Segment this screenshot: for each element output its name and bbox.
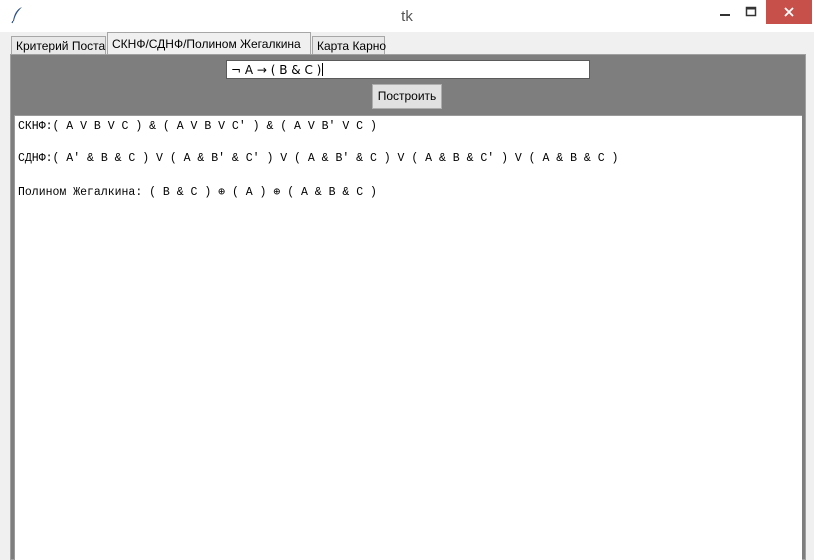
tab-cnf-dnf-zhegalkin[interactable]: СКНФ/СДНФ/Полином Жегалкина <box>107 32 311 55</box>
formula-value: ¬ A → ( B & C ) <box>231 63 322 77</box>
output-textarea[interactable]: СКНФ:( A V B V C ) & ( A V B V C' ) & ( … <box>14 115 802 560</box>
text-caret <box>322 63 324 76</box>
title-bar: tk <box>0 0 814 33</box>
tab-karnaugh-map[interactable]: Карта Карно <box>312 36 386 54</box>
close-button[interactable] <box>766 0 812 24</box>
close-icon <box>784 7 794 17</box>
zhegalkin-result: Полином Жегалкина: ( B & C ) ⊕ ( A ) ⊕ (… <box>18 186 377 199</box>
tab-post-criterion[interactable]: Критерий Поста <box>11 36 106 54</box>
formula-input[interactable]: ¬ A → ( B & C ) <box>226 60 590 79</box>
dnf-result: СДНФ:( A' & B & C ) V ( A & B' & C' ) V … <box>18 152 619 165</box>
build-button[interactable]: Построить <box>372 84 442 109</box>
maximize-icon <box>745 6 757 17</box>
cnf-result: СКНФ:( A V B V C ) & ( A V B V C' ) & ( … <box>18 120 377 133</box>
window-title: tk <box>401 8 413 25</box>
